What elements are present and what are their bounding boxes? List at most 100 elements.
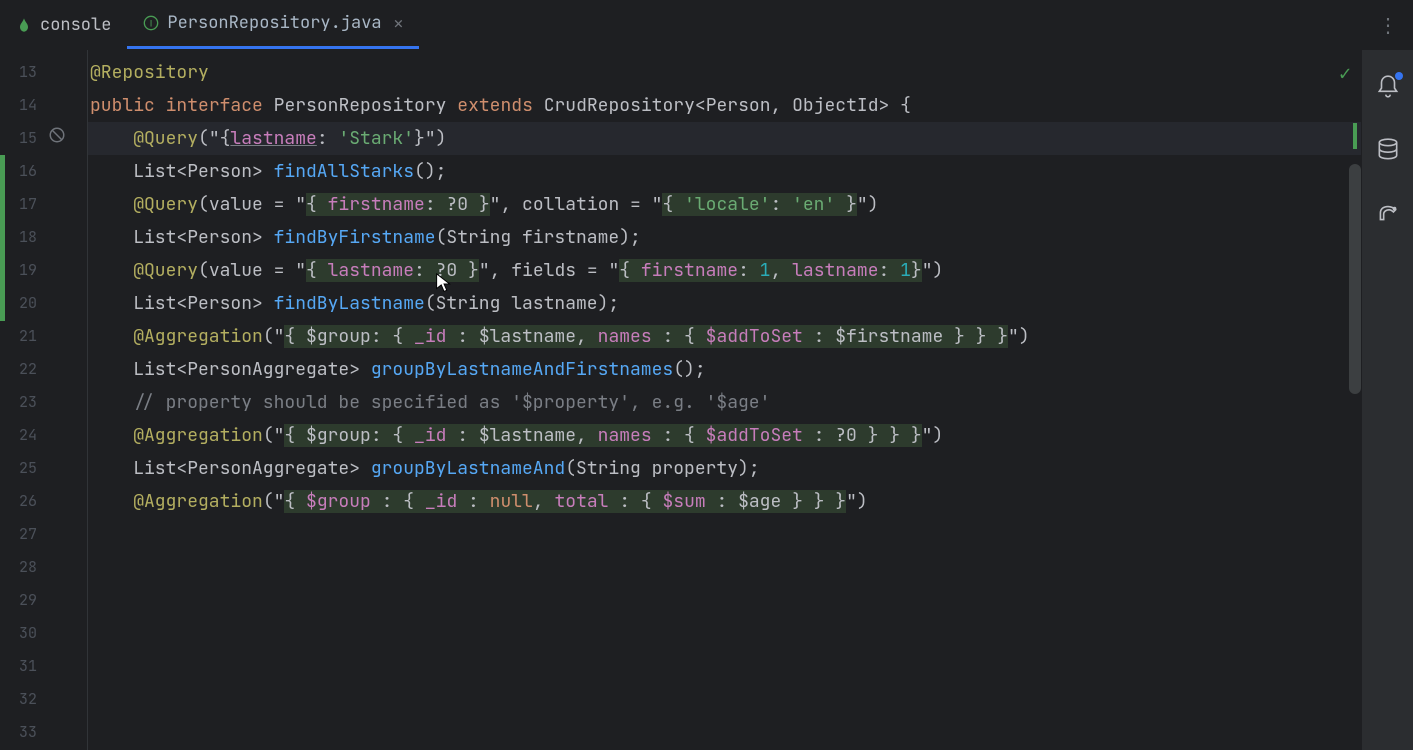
error-stripe-marker[interactable] xyxy=(1353,123,1357,149)
right-tool-rail xyxy=(1361,50,1413,750)
code-token: _id xyxy=(425,490,457,513)
code-token: @Query xyxy=(133,127,198,150)
svg-text:I: I xyxy=(150,18,153,28)
line-number: 30 xyxy=(0,617,87,650)
code-token: ("{ xyxy=(198,127,230,150)
code-token: 'en' xyxy=(792,193,835,216)
code-token: extends xyxy=(457,94,533,117)
code-token: @Query xyxy=(133,259,198,282)
code-token: : xyxy=(317,127,339,150)
line-number: 33 xyxy=(0,716,87,749)
code-token: $sum xyxy=(662,490,705,513)
line-number: 25 xyxy=(0,452,87,485)
code-token: (String property); xyxy=(565,457,759,480)
code-token: ") xyxy=(1008,325,1030,348)
code-token: findAllStarks xyxy=(274,160,414,183)
line-number: 20 xyxy=(0,287,87,320)
code-area[interactable]: ✓ @Repository public interface PersonRep… xyxy=(88,50,1361,750)
inspection-ok-icon[interactable]: ✓ xyxy=(1339,60,1351,86)
gutter: 13 14 15 16 17 18 19 20 21 22 23 24 25 2… xyxy=(0,50,88,750)
notifications-icon[interactable] xyxy=(1375,74,1401,105)
close-icon[interactable]: ✕ xyxy=(394,13,404,34)
line-number: 26 xyxy=(0,485,87,518)
code-token: { xyxy=(306,193,328,216)
code-token: List<Person> xyxy=(133,160,273,183)
code-token: }") xyxy=(414,127,446,150)
code-token: List<Person> xyxy=(133,292,273,315)
code-token: List<PersonAggregate> xyxy=(133,358,371,381)
mongo-leaf-icon xyxy=(16,17,32,33)
tab-label: PersonRepository.java xyxy=(167,12,381,34)
code-token: public xyxy=(90,94,155,117)
code-token: { $group: { xyxy=(284,325,414,348)
line-number: 17 xyxy=(0,188,87,221)
code-token: : $lastname, xyxy=(446,325,597,348)
code-token: findByFirstname xyxy=(274,226,436,249)
line-number: 29 xyxy=(0,584,87,617)
code-token: PersonRepository xyxy=(274,94,447,117)
code-token: $addToSet xyxy=(706,424,803,447)
code-token: $group xyxy=(306,490,371,513)
code-token: // property should be specified as '$pro… xyxy=(133,391,770,414)
kebab-menu-icon[interactable]: ⋮ xyxy=(1362,12,1413,38)
gradle-elephant-icon[interactable] xyxy=(1375,200,1401,231)
code-token: (value = " xyxy=(198,259,306,282)
tab-person-repository[interactable]: I PersonRepository.java ✕ xyxy=(127,0,419,49)
editor[interactable]: 13 14 15 16 17 18 19 20 21 22 23 24 25 2… xyxy=(0,50,1361,750)
code-token: (); xyxy=(414,160,446,183)
code-token: ") xyxy=(857,193,879,216)
line-number: 15 xyxy=(0,122,87,155)
code-token: interface xyxy=(166,94,263,117)
database-icon[interactable] xyxy=(1375,137,1401,168)
code-token: : { xyxy=(652,325,706,348)
code-token: null xyxy=(490,490,533,513)
line-number: 21 xyxy=(0,320,87,353)
line-number: 23 xyxy=(0,386,87,419)
code-token: : $lastname, xyxy=(446,424,597,447)
code-token: (" xyxy=(263,424,285,447)
code-token: : { xyxy=(652,424,706,447)
code-token: @Query xyxy=(133,193,198,216)
code-token: names xyxy=(598,424,652,447)
code-token: } xyxy=(911,259,922,282)
code-token: } xyxy=(835,193,857,216)
code-token: ") xyxy=(922,424,944,447)
code-token: { $group: { xyxy=(284,424,414,447)
code-token: findByLastname xyxy=(274,292,425,315)
line-number: 16 xyxy=(0,155,87,188)
code-token: _id xyxy=(414,424,446,447)
code-token: @Repository xyxy=(90,61,209,84)
code-token: : $age } } } xyxy=(706,490,846,513)
code-token: { xyxy=(662,193,684,216)
code-token: : { xyxy=(608,490,662,513)
code-token: 1 xyxy=(760,259,771,282)
code-token: { xyxy=(619,259,641,282)
code-token: groupByLastnameAndFirstnames xyxy=(371,358,673,381)
line-number: 19 xyxy=(0,254,87,287)
code-token: List<Person> xyxy=(133,226,273,249)
code-token: @Aggregation xyxy=(133,424,263,447)
code-token: : xyxy=(738,259,760,282)
override-gutter-icon[interactable] xyxy=(48,126,66,144)
code-token: { xyxy=(306,259,328,282)
scrollbar-thumb[interactable] xyxy=(1349,164,1361,394)
tab-console[interactable]: console xyxy=(0,0,127,49)
code-token: (String lastname); xyxy=(425,292,619,315)
code-token: $addToSet xyxy=(706,325,803,348)
notification-dot xyxy=(1395,72,1403,80)
code-token: _id xyxy=(414,325,446,348)
code-token: total xyxy=(554,490,608,513)
line-number: 18 xyxy=(0,221,87,254)
code-token: 1 xyxy=(900,259,911,282)
line-number: 28 xyxy=(0,551,87,584)
code-token: lastname xyxy=(792,259,878,282)
code-token: : ?0 } xyxy=(425,193,490,216)
code-token: , xyxy=(533,490,555,513)
code-token: { xyxy=(284,490,306,513)
code-token: (" xyxy=(263,490,285,513)
interface-icon: I xyxy=(143,15,159,31)
code-token: groupByLastnameAnd xyxy=(371,457,565,480)
code-token: CrudRepository xyxy=(544,94,695,117)
code-token: firstname xyxy=(641,259,738,282)
code-token: ") xyxy=(846,490,868,513)
